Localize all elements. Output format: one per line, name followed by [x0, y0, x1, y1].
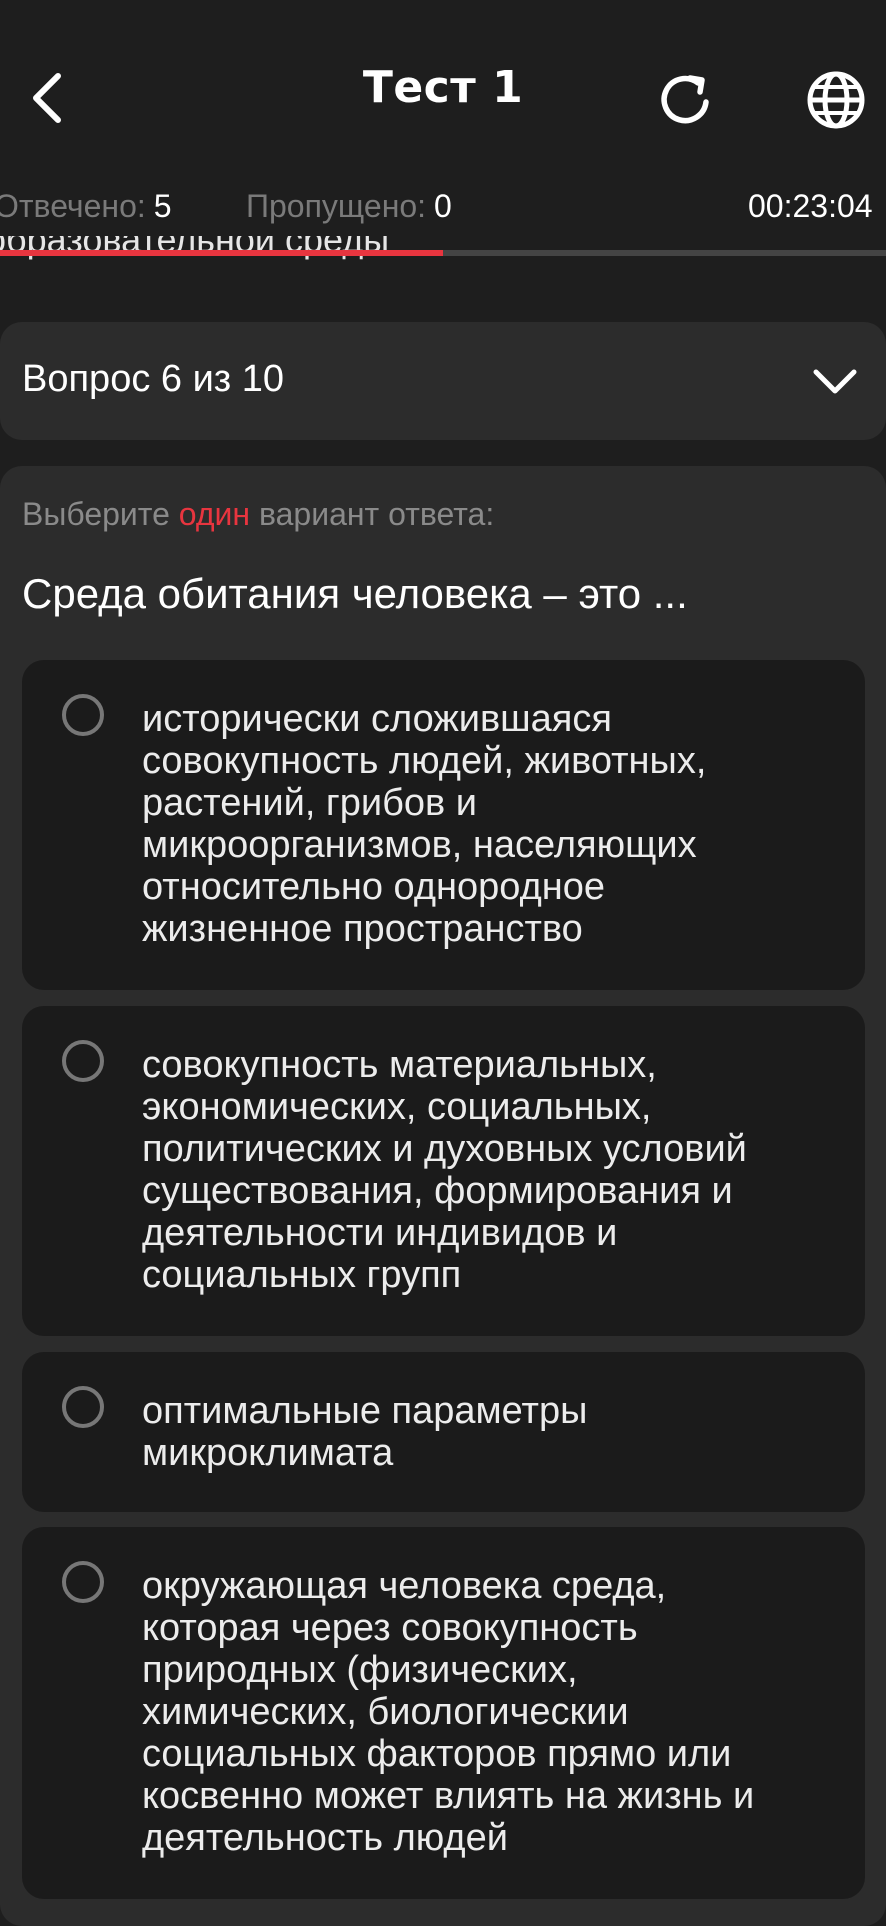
answer-option[interactable]: оптимальные параметры микроклимата	[22, 1352, 865, 1512]
header: Тест 1	[0, 0, 886, 180]
answer-option-text: исторически сложившаяся совокупность люд…	[142, 698, 707, 950]
answer-option[interactable]: совокупность материальных, экономических…	[22, 1006, 865, 1336]
answer-hint: Выберите один вариант ответа:	[22, 496, 495, 532]
language-button[interactable]	[800, 64, 872, 136]
skipped-stat: Пропущено: 0	[246, 188, 452, 225]
reload-button[interactable]	[650, 64, 722, 136]
question-text: Среда обитания человека – это ...	[22, 570, 688, 617]
radio-button[interactable]	[62, 1386, 104, 1428]
chevron-down-icon	[813, 369, 857, 394]
radio-button[interactable]	[62, 1040, 104, 1082]
answered-value: 5	[153, 188, 172, 224]
skipped-label: Пропущено:	[246, 188, 427, 224]
timer: 00:23:04	[748, 188, 873, 224]
answer-option-text: окружающая человека среда, которая через…	[142, 1565, 755, 1859]
answered-stat: Отвечено: 5	[0, 188, 172, 225]
globe-icon	[807, 71, 865, 129]
answer-option[interactable]: исторически сложившаяся совокупность люд…	[22, 660, 865, 990]
progress-bar	[0, 250, 886, 256]
radio-button[interactable]	[62, 1561, 104, 1603]
previous-question-text: образовательной среды	[0, 236, 390, 260]
reload-icon	[661, 75, 709, 124]
skipped-value: 0	[434, 188, 452, 224]
answer-option-text: оптимальные параметры микроклимата	[142, 1390, 588, 1474]
hint-accent: один	[178, 496, 251, 532]
radio-button[interactable]	[62, 694, 104, 736]
progress-fill	[0, 250, 443, 256]
answered-label: Отвечено:	[0, 188, 146, 224]
page-title: Тест 1	[362, 62, 524, 113]
answer-option[interactable]: окружающая человека среда, которая через…	[22, 1527, 865, 1899]
answer-option-text: совокупность материальных, экономических…	[142, 1044, 747, 1296]
question-counter: Вопрос 6 из 10	[22, 358, 285, 400]
question-selector[interactable]: Вопрос 6 из 10	[0, 322, 886, 440]
